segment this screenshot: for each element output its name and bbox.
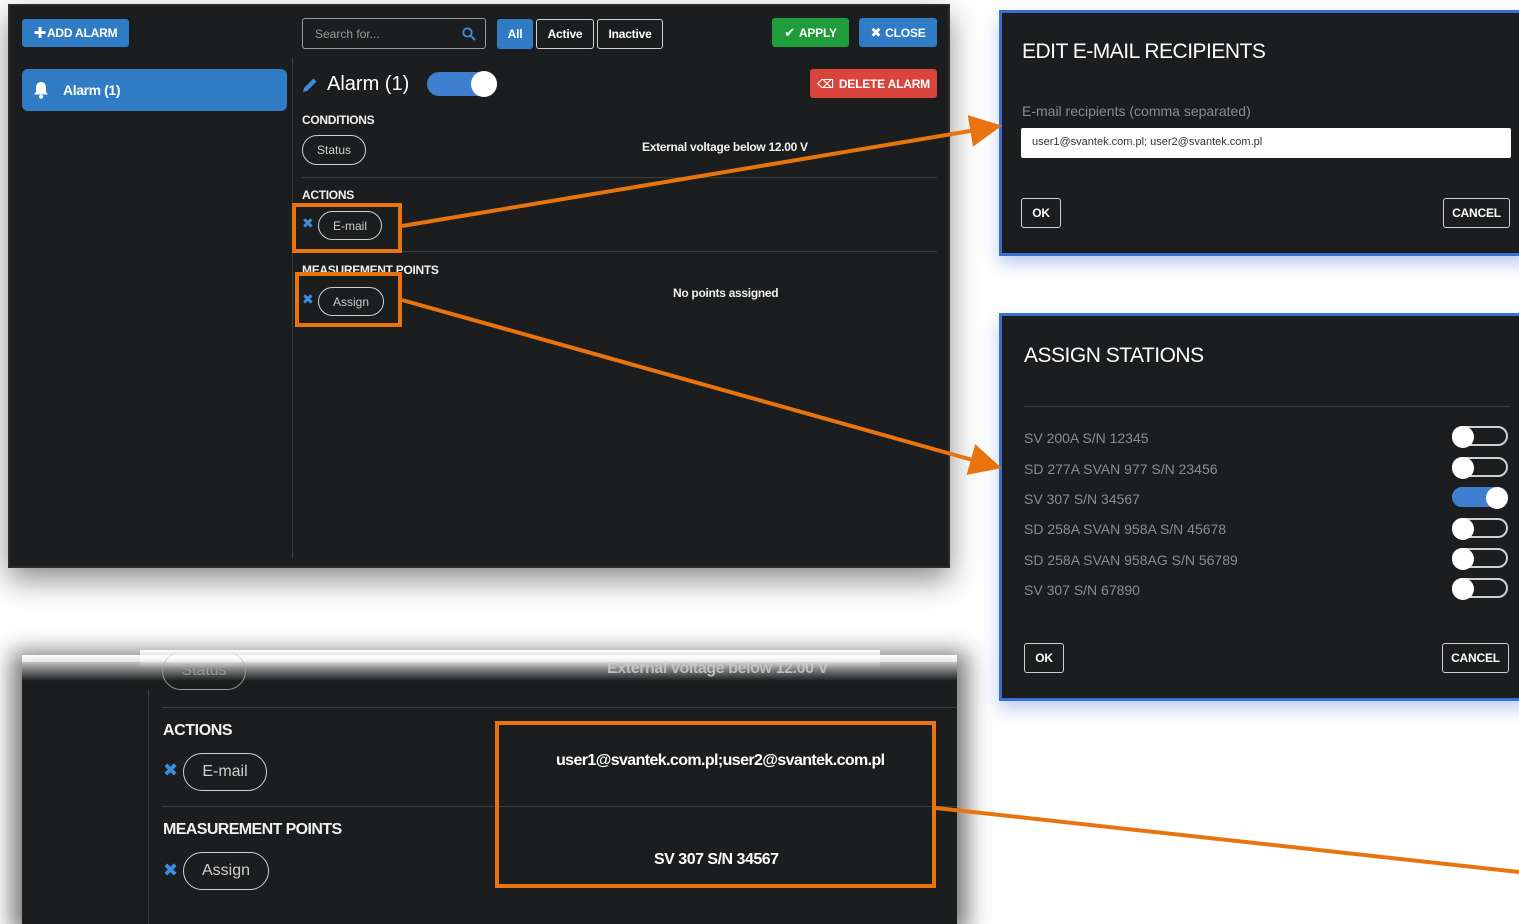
arrow-result <box>935 806 1519 874</box>
arrow-assign <box>401 298 1002 475</box>
arrow-email <box>401 115 1002 228</box>
annotation-arrows <box>401 115 1519 874</box>
